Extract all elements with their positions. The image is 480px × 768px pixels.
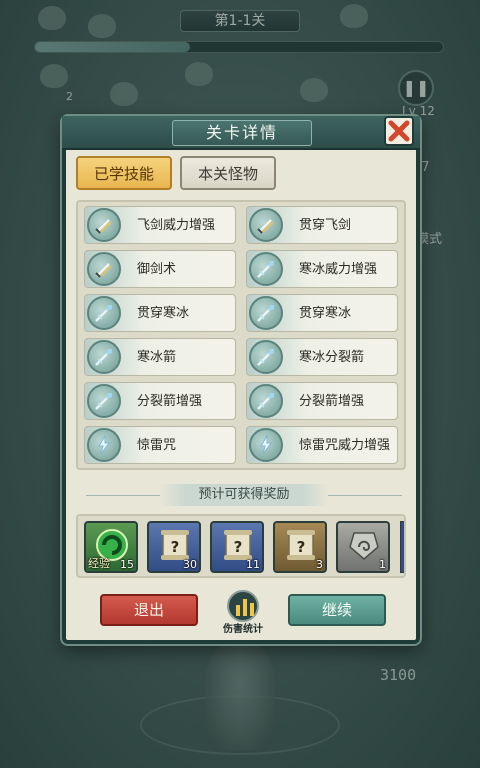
reward-count: 3 xyxy=(316,558,323,571)
skill-item[interactable]: 惊雷咒 xyxy=(84,426,236,464)
skill-label: 贯穿飞剑 xyxy=(299,218,352,233)
sword-icon xyxy=(249,208,283,242)
bar-chart-icon xyxy=(236,599,254,616)
rewards-list: 经验 15? 30? 11? 3 1 xyxy=(76,514,406,578)
dialog-header: 关卡详情 xyxy=(62,116,420,150)
dialog-title: 关卡详情 xyxy=(172,120,312,146)
lightning-icon xyxy=(87,428,121,462)
reward-count: 1 xyxy=(379,558,386,571)
ice-arrow-icon xyxy=(87,296,121,330)
reward-overflow-edge xyxy=(400,521,404,573)
skill-label: 寒冰箭 xyxy=(137,350,177,365)
reward-item[interactable]: ? 11 xyxy=(210,521,264,573)
reward-item[interactable]: 经验 15 xyxy=(84,521,138,573)
skill-label: 飞剑威力增强 xyxy=(137,218,216,233)
svg-text:?: ? xyxy=(297,538,306,556)
ice-arrow-icon xyxy=(249,252,283,286)
skill-item[interactable]: 飞剑威力增强 xyxy=(84,206,236,244)
sword-icon xyxy=(87,208,121,242)
ice-arrow-icon xyxy=(249,340,283,374)
skill-label: 惊雷咒 xyxy=(137,438,177,453)
reward-item[interactable]: ? 30 xyxy=(147,521,201,573)
reward-count: 15 xyxy=(120,558,134,571)
skill-label: 分裂箭增强 xyxy=(299,394,365,409)
close-icon xyxy=(388,120,410,142)
skill-label: 贯穿寒冰 xyxy=(137,306,190,321)
skills-grid: 飞剑威力增强 贯穿飞剑 御剑术 寒冰威力增强 贯穿寒冰 贯穿寒冰 寒冰箭 寒冰分裂箭 分裂箭增强… xyxy=(76,200,406,470)
reward-count: 30 xyxy=(183,558,197,571)
reward-count: 11 xyxy=(246,558,260,571)
ice-arrow-icon xyxy=(249,296,283,330)
divider xyxy=(86,495,160,496)
sword-icon xyxy=(87,252,121,286)
skill-item[interactable]: 御剑术 xyxy=(84,250,236,288)
reward-header: 预计可获得奖励 xyxy=(160,484,328,506)
damage-stats-label: 伤害统计 xyxy=(223,624,263,635)
skill-item[interactable]: 贯穿寒冰 xyxy=(84,294,236,332)
skill-item[interactable]: 分裂箭增强 xyxy=(246,382,398,420)
skill-item[interactable]: 寒冰分裂箭 xyxy=(246,338,398,376)
skill-label: 贯穿寒冰 xyxy=(299,306,352,321)
damage-stats-button[interactable]: 伤害统计 xyxy=(218,590,268,635)
tab-stage-monsters[interactable]: 本关怪物 xyxy=(180,156,276,190)
exit-button[interactable]: 退出 xyxy=(100,594,198,626)
reward-item[interactable]: ? 3 xyxy=(273,521,327,573)
skill-label: 分裂箭增强 xyxy=(137,394,203,409)
skill-item[interactable]: 分裂箭增强 xyxy=(84,382,236,420)
lightning-icon xyxy=(249,428,283,462)
skill-label: 寒冰分裂箭 xyxy=(299,350,365,365)
tab-learned-skills[interactable]: 已学技能 xyxy=(76,156,172,190)
skill-item[interactable]: 寒冰箭 xyxy=(84,338,236,376)
skill-item[interactable]: 贯穿飞剑 xyxy=(246,206,398,244)
divider xyxy=(328,495,402,496)
svg-text:?: ? xyxy=(171,538,180,556)
skill-item[interactable]: 贯穿寒冰 xyxy=(246,294,398,332)
skill-item[interactable]: 惊雷咒威力增强 xyxy=(246,426,398,464)
skill-label: 寒冰威力增强 xyxy=(299,262,378,277)
ice-arrow-icon xyxy=(249,384,283,418)
skill-label: 惊雷咒威力增强 xyxy=(299,438,391,453)
reward-tag: 经验 xyxy=(88,557,110,570)
skill-item[interactable]: 寒冰威力增强 xyxy=(246,250,398,288)
ice-arrow-icon xyxy=(87,340,121,374)
continue-button[interactable]: 继续 xyxy=(288,594,386,626)
svg-text:?: ? xyxy=(234,538,243,556)
close-button[interactable] xyxy=(384,116,414,146)
stats-circle xyxy=(227,590,259,622)
reward-item[interactable]: 1 xyxy=(336,521,390,573)
skill-label: 御剑术 xyxy=(137,262,177,277)
stage-details-dialog: 关卡详情 已学技能 本关怪物 飞剑威力增强 贯穿飞剑 御剑术 寒冰威力增强 贯穿寒冰 贯穿… xyxy=(62,116,420,644)
ice-arrow-icon xyxy=(87,384,121,418)
